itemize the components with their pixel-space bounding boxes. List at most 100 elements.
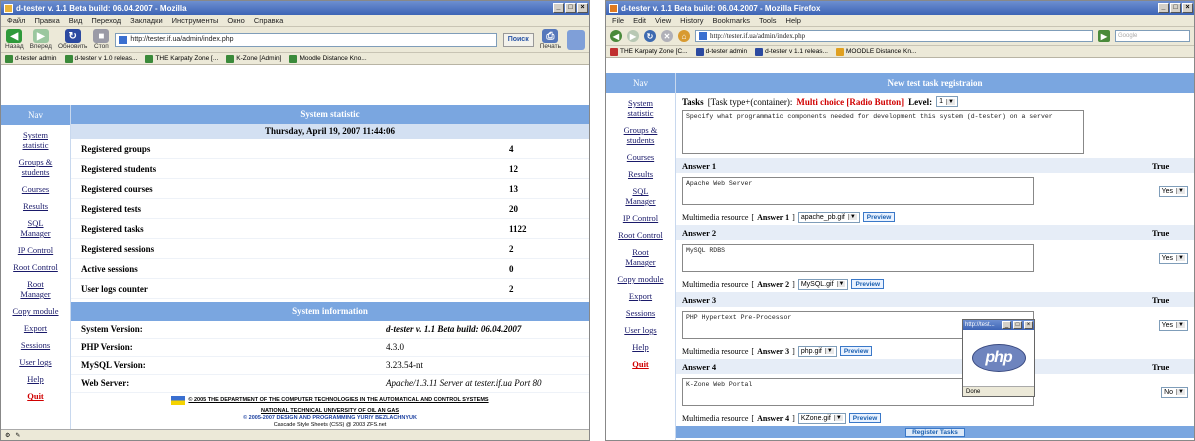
menu-help[interactable]: Help: [786, 16, 801, 25]
nav-ip-control[interactable]: IP Control: [18, 245, 53, 255]
nav-root-manager[interactable]: Root Manager: [18, 279, 54, 299]
print-button[interactable]: ⎙ Печать: [540, 29, 561, 50]
popup-title: http://test...: [965, 322, 995, 328]
maximize-button[interactable]: □: [1013, 321, 1022, 329]
footer-text[interactable]: NATIONAL TECHNICAL UNIVERSITY OF OIL AN …: [71, 408, 589, 415]
nav-help[interactable]: Help: [632, 342, 649, 352]
nav-quit[interactable]: Quit: [27, 391, 44, 401]
nav-sessions[interactable]: Sessions: [626, 308, 655, 318]
maximize-button[interactable]: □: [1170, 3, 1181, 13]
menu-bookmarks[interactable]: Закладки: [130, 16, 162, 25]
truth-select[interactable]: Yes ▼: [1158, 185, 1188, 197]
nav-system-statistic[interactable]: System statistic: [619, 98, 663, 118]
menu-tools[interactable]: Инструменты: [172, 16, 219, 25]
back-arrow-icon[interactable]: ◀: [610, 30, 622, 42]
nav-system-statistic[interactable]: System statistic: [14, 130, 58, 150]
nav-root-control[interactable]: Root Control: [13, 262, 58, 272]
minimize-button[interactable]: _: [1158, 3, 1169, 13]
nav-quit[interactable]: Quit: [632, 359, 649, 369]
nav-user-logs[interactable]: User logs: [19, 357, 51, 367]
reload-icon[interactable]: ↻: [644, 30, 656, 42]
menu-window[interactable]: Окно: [227, 16, 244, 25]
menu-edit[interactable]: Edit: [633, 16, 646, 25]
menu-edit[interactable]: Правка: [34, 16, 59, 25]
register-tasks-button[interactable]: Register Tasks: [905, 427, 965, 437]
nav-sql-manager[interactable]: SQL Manager: [18, 218, 54, 238]
preview-button[interactable]: Preview: [851, 279, 885, 289]
stop-icon[interactable]: ✕: [661, 30, 673, 42]
preview-button[interactable]: Preview: [862, 212, 896, 222]
nav-help[interactable]: Help: [27, 374, 44, 384]
nav-results[interactable]: Results: [628, 169, 653, 179]
nav-export[interactable]: Export: [24, 323, 47, 333]
multimedia-select[interactable]: KZone.gif ▼: [797, 412, 846, 424]
bookmark-item[interactable]: d-tester v 1.0 releas...: [64, 54, 137, 63]
close-button[interactable]: ×: [1024, 321, 1033, 329]
search-button[interactable]: Поиск: [502, 32, 534, 47]
bookmark-item[interactable]: K-Zone [Admin]: [226, 54, 281, 63]
truth-select[interactable]: Yes ▼: [1158, 319, 1188, 331]
back-button[interactable]: ◀ Назад: [5, 29, 24, 50]
forward-button[interactable]: ▶ Вперед: [30, 29, 52, 50]
nav-export[interactable]: Export: [629, 291, 652, 301]
address-bar[interactable]: http://tester.if.ua/admin/index.php: [115, 32, 497, 47]
bookmark-item[interactable]: d-tester admin: [5, 54, 57, 63]
bookmark-item[interactable]: THE Karpaty Zone [...: [145, 54, 218, 63]
bookmark-icon: [289, 54, 298, 63]
address-bar[interactable]: http://tester.if.ua/admin/index.php: [695, 30, 1093, 42]
stop-button[interactable]: ■ Стоп: [93, 29, 110, 50]
menu-file[interactable]: File: [612, 16, 624, 25]
nav-copy-module[interactable]: Copy module: [617, 274, 663, 284]
menu-help[interactable]: Справка: [254, 16, 283, 25]
nav-copy-module[interactable]: Copy module: [12, 306, 58, 316]
nav-user-logs[interactable]: User logs: [624, 325, 656, 335]
search-input[interactable]: Google: [1115, 30, 1190, 42]
nav-sql-manager[interactable]: SQL Manager: [623, 186, 659, 206]
go-arrow-icon[interactable]: ▶: [1098, 30, 1110, 42]
bookmark-item[interactable]: MOODLE Distance Kn...: [835, 47, 916, 56]
sidebar-toggle[interactable]: [567, 29, 585, 50]
bookmark-item[interactable]: THE Karpaty Zone [C...: [610, 47, 688, 56]
answer-textarea[interactable]: MySQL RDBS: [682, 244, 1034, 272]
truth-select[interactable]: Yes ▼: [1158, 252, 1188, 264]
maximize-button[interactable]: □: [565, 3, 576, 13]
menu-view[interactable]: View: [655, 16, 671, 25]
nav-groups-students[interactable]: Groups & students: [14, 157, 58, 177]
menu-go[interactable]: Переход: [91, 16, 121, 25]
nav-root-control[interactable]: Root Control: [618, 230, 663, 240]
nav-results[interactable]: Results: [23, 201, 48, 211]
close-button[interactable]: ×: [1182, 3, 1193, 13]
nav-sessions[interactable]: Sessions: [21, 340, 50, 350]
question-textarea[interactable]: Specify what programmatic components nee…: [682, 110, 1084, 154]
minimize-button[interactable]: _: [1002, 321, 1011, 329]
menu-history[interactable]: History: [680, 16, 703, 25]
home-icon[interactable]: ⌂: [678, 30, 690, 42]
preview-popup-window: http://test... _ □ × php Done: [962, 319, 1035, 397]
multimedia-select[interactable]: apache_pb.gif ▼: [797, 211, 860, 223]
nav-groups-students[interactable]: Groups & students: [619, 125, 663, 145]
answer-textarea[interactable]: Apache Web Server: [682, 177, 1034, 205]
nav-root-manager[interactable]: Root Manager: [623, 247, 659, 267]
level-select[interactable]: 1 ▼: [936, 96, 958, 107]
nav-courses[interactable]: Courses: [22, 184, 49, 194]
multimedia-select[interactable]: php.gif ▼: [797, 345, 837, 357]
nav-ip-control[interactable]: IP Control: [623, 213, 658, 223]
multimedia-select[interactable]: MySQL.gif ▼: [797, 278, 849, 290]
bookmark-item[interactable]: d-tester v 1.1 releas...: [755, 47, 828, 56]
minimize-button[interactable]: _: [553, 3, 564, 13]
forward-arrow-icon[interactable]: ▶: [627, 30, 639, 42]
bookmark-item[interactable]: Moodle Distance Kno...: [289, 54, 367, 63]
menu-bookmarks[interactable]: Bookmarks: [713, 16, 751, 25]
footer-text[interactable]: © 2005 THE DEPARTMENT OF THE COMPUTER TE…: [188, 397, 488, 404]
footer-text[interactable]: © 2005-2007 DESIGN AND PROGRAMMING YURIY…: [71, 415, 589, 422]
close-button[interactable]: ×: [577, 3, 588, 13]
preview-button[interactable]: Preview: [848, 413, 882, 423]
menu-tools[interactable]: Tools: [759, 16, 777, 25]
nav-courses[interactable]: Courses: [627, 152, 654, 162]
reload-button[interactable]: ↻ Обновить: [58, 29, 87, 50]
menu-file[interactable]: Файл: [7, 16, 25, 25]
preview-button[interactable]: Preview: [839, 346, 873, 356]
menu-view[interactable]: Вид: [69, 16, 83, 25]
truth-select[interactable]: No ▼: [1161, 386, 1188, 398]
bookmark-item[interactable]: d-tester admin: [695, 47, 747, 56]
